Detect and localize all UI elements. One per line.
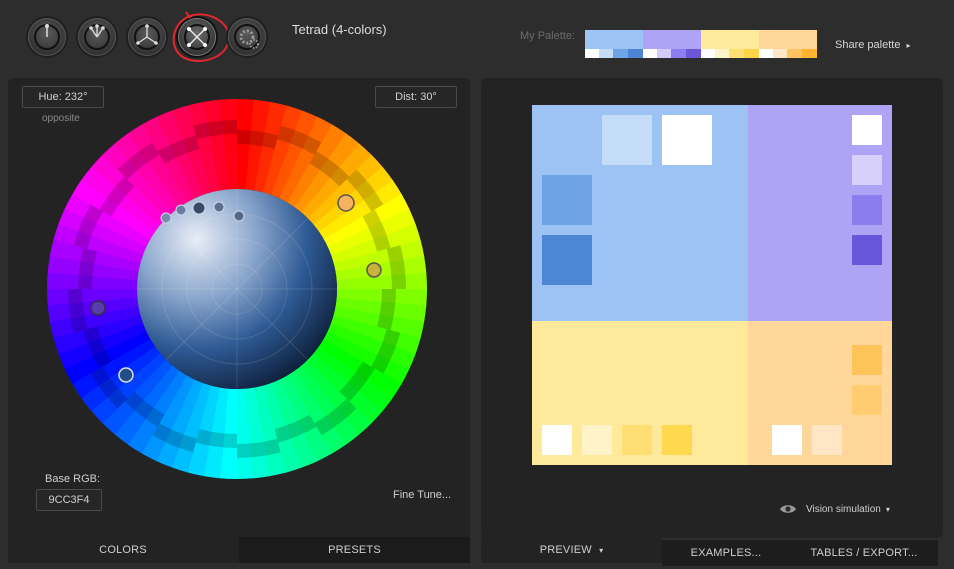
violet-dark-swatch [852,235,882,265]
palette-main-swatch [585,30,643,49]
blue-light-swatch [602,115,652,165]
palette-shade-swatch [744,49,759,58]
violet-light-swatch [852,155,882,185]
palette-shade-swatch [671,49,686,58]
blue-dark-swatch [542,235,592,285]
my-palette-label: My Palette: [520,30,576,42]
palette-shade-swatch [628,49,643,58]
white-swatch [662,115,712,165]
palette-shade-swatch [643,49,657,58]
orange-dark-swatch [852,385,882,415]
yellow-hue-marker[interactable] [366,262,382,278]
orange-light-swatch [812,425,842,455]
mono-scheme-icon[interactable] [28,18,66,56]
base-rgb-input[interactable]: 9CC3F4 [36,489,102,511]
yellow-mid-swatch [622,425,652,455]
color-wheel[interactable] [46,98,428,480]
share-palette-button[interactable]: Share palette ▸ [835,39,911,51]
yellow-light-swatch [582,425,612,455]
highlight-circle [172,11,231,62]
palette-shade-swatch [701,49,715,58]
tab-preview[interactable]: PREVIEW ▾ [481,537,662,563]
shade-marker[interactable] [192,201,206,215]
vision-simulation-label: Vision simulation [806,503,881,515]
orange-hue-marker[interactable] [337,194,355,212]
palette-main-swatch [701,30,759,49]
palette-shade-swatch [599,49,613,58]
palette-shade-swatch [759,49,773,58]
palette-shade-swatch [802,49,817,58]
blue-hue-marker[interactable] [118,367,134,383]
palette-shade-swatch [729,49,744,58]
palette-main-swatch [643,30,701,49]
tab-examples[interactable]: EXAMPLES... [662,540,790,566]
orange-mid-swatch [852,345,882,375]
white-swatch [852,115,882,145]
yellow-dark-swatch [662,425,692,455]
tab-tables-export[interactable]: TABLES / EXPORT... [790,540,938,566]
shade-marker[interactable] [175,204,187,216]
free-style-scheme-icon[interactable] [228,18,266,56]
my-palette-strip[interactable] [585,30,817,58]
palette-shade-swatch [686,49,701,58]
white-swatch [542,425,572,455]
share-arrow-icon: ▸ [906,41,911,50]
chevron-down-icon: ▾ [599,546,604,555]
adjacent-scheme-icon[interactable] [78,18,116,56]
fine-tune-button[interactable]: Fine Tune... [393,489,451,501]
palette-shade-swatch [773,49,787,58]
share-palette-label: Share palette [835,39,901,51]
palette-shade-swatch [585,49,599,58]
shade-marker[interactable] [160,212,172,224]
blue-mid-swatch [542,175,592,225]
vision-simulation-button[interactable]: Vision simulation ▾ [779,503,890,515]
shade-marker[interactable] [233,210,245,222]
preview-canvas [532,105,892,465]
tab-presets[interactable]: PRESETS [239,537,470,563]
palette-shade-swatch [613,49,628,58]
base-rgb-label: Base RGB: [45,473,101,485]
tab-preview-label: PREVIEW [539,544,592,556]
palette-main-swatch [759,30,817,49]
violet-hue-marker[interactable] [90,300,106,316]
chevron-down-icon: ▾ [885,504,890,514]
palette-shade-swatch [715,49,729,58]
tab-colors[interactable]: COLORS [8,537,238,563]
eye-icon [780,505,796,513]
triad-scheme-icon[interactable] [128,18,166,56]
palette-shade-swatch [657,49,671,58]
shade-marker[interactable] [213,201,225,213]
palette-shade-swatch [787,49,802,58]
scheme-title: Tetrad (4-colors) [292,22,387,37]
white-swatch [772,425,802,455]
violet-mid-swatch [852,195,882,225]
